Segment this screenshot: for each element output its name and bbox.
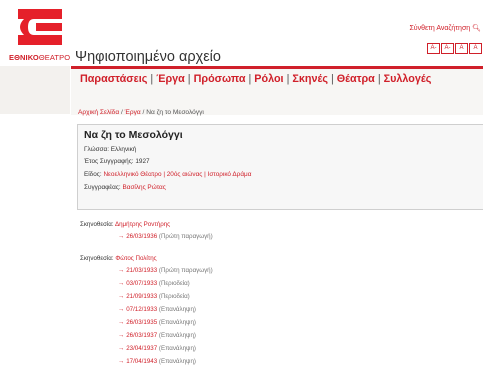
author-link[interactable]: Βασίλης Ρώτας bbox=[123, 184, 166, 191]
search-icon: 🔍︎ bbox=[472, 25, 481, 32]
font-normal-button[interactable]: A bbox=[455, 43, 468, 54]
nav-separator: | bbox=[330, 73, 334, 85]
arrow-icon: → bbox=[118, 358, 125, 365]
performance-item[interactable]: → 26/03/1935 (Επανάληψη) bbox=[118, 319, 196, 326]
year-label: Έτος Συγγραφής: bbox=[84, 158, 134, 165]
nav-separator: | bbox=[150, 73, 154, 85]
arrow-icon: → bbox=[118, 233, 125, 240]
nav-item-persons[interactable]: Πρόσωπα bbox=[194, 73, 246, 85]
breadcrumb-current: Να ζη το Μεσολόγγι bbox=[146, 109, 204, 116]
author-field: Συγγραφέας: Βασίλης Ρώτας bbox=[84, 184, 166, 191]
performance-note: (Επανάληψη) bbox=[158, 358, 196, 365]
performance-item[interactable]: → 07/12/1933 (Επανάληψη) bbox=[118, 306, 196, 313]
breadcrumb-home-link[interactable]: Αρχική Σελίδα bbox=[78, 109, 119, 116]
font-increase-button[interactable]: A bbox=[469, 43, 482, 54]
performance-note: (Επανάληψη) bbox=[158, 345, 196, 352]
performance-item[interactable]: → 23/04/1937 (Επανάληψη) bbox=[118, 345, 196, 352]
nav-item-collections[interactable]: Συλλογές bbox=[384, 73, 432, 85]
main-nav: Παραστάσεις | Έργα | Πρόσωπα | Ρόλοι | Σκηνές | Θέ… bbox=[80, 73, 431, 85]
performance-item[interactable]: → 21/09/1933 (Περιοδεία) bbox=[118, 293, 190, 300]
arrow-icon: → bbox=[118, 306, 125, 313]
logo-text-bold: ΕΘΝΙΚΟ bbox=[9, 53, 39, 62]
arrow-icon: → bbox=[118, 345, 125, 352]
performance-date: 26/03/1935 bbox=[126, 319, 158, 326]
performance-note: (Πρώτη παραγωγή) bbox=[158, 233, 213, 240]
performance-note: (Επανάληψη) bbox=[158, 332, 196, 339]
performance-note: (Πρώτη παραγωγή) bbox=[158, 267, 213, 274]
arrow-icon: → bbox=[118, 280, 125, 287]
language-field: Γλώσσα: Ελληνική bbox=[84, 146, 136, 153]
nav-separator: | bbox=[286, 73, 290, 85]
arrow-icon: → bbox=[118, 319, 125, 326]
director-label: Σκηνοθεσία: bbox=[80, 221, 114, 228]
advanced-search-label: Σύνθετη Αναζήτηση bbox=[409, 25, 471, 32]
performance-note: (Περιοδεία) bbox=[158, 293, 190, 300]
genre-field: Είδος: Νεοελληνικό Θέατρο | 20ός αιώνας … bbox=[84, 171, 251, 178]
performance-item[interactable]: → 03/07/1933 (Περιοδεία) bbox=[118, 280, 190, 287]
nav-item-works[interactable]: Έργα bbox=[156, 73, 185, 85]
performance-date: 26/03/1937 bbox=[126, 332, 158, 339]
performance-date: 03/07/1933 bbox=[126, 280, 158, 287]
language-label: Γλώσσα: bbox=[84, 146, 109, 153]
year-value: 1927 bbox=[135, 158, 150, 165]
performance-date: 07/12/1933 bbox=[126, 306, 158, 313]
genre-label: Είδος: bbox=[84, 171, 102, 178]
national-theatre-logo[interactable] bbox=[18, 7, 62, 47]
director-link[interactable]: Φώτος Πολίτης bbox=[115, 255, 156, 262]
author-label: Συγγραφέας: bbox=[84, 184, 121, 191]
breadcrumb-works-link[interactable]: Έργα bbox=[125, 109, 141, 116]
year-field: Έτος Συγγραφής: 1927 bbox=[84, 158, 150, 165]
performance-note: (Επανάληψη) bbox=[158, 319, 196, 326]
performance-item[interactable]: → 26/03/1936 (Πρώτη παραγωγή) bbox=[118, 233, 213, 240]
language-value: Ελληνική bbox=[110, 146, 137, 153]
font-size-controls: A- A- A A bbox=[427, 43, 482, 54]
work-info-box: Να ζη το Μεσολόγγι Γλώσσα: Ελληνική Έτος… bbox=[77, 124, 483, 210]
performance-item[interactable]: → 17/04/1943 (Επανάληψη) bbox=[118, 358, 196, 365]
font-small-button[interactable]: A- bbox=[441, 43, 454, 54]
performance-date: 17/04/1943 bbox=[126, 358, 158, 365]
left-gray-strip bbox=[0, 66, 70, 114]
performance-item[interactable]: → 21/03/1933 (Πρώτη παραγωγή) bbox=[118, 267, 213, 274]
genre-link[interactable]: Νεοελληνικό Θέατρο | 20ός αιώνας | Ιστορ… bbox=[103, 171, 251, 178]
director-entry: Σκηνοθεσία: Φώτος Πολίτης bbox=[80, 255, 157, 262]
performance-item[interactable]: → 26/03/1937 (Επανάληψη) bbox=[118, 332, 196, 339]
font-decrease-button[interactable]: A- bbox=[427, 43, 440, 54]
nav-item-performances[interactable]: Παραστάσεις bbox=[80, 73, 147, 85]
director-entry: Σκηνοθεσία: Δημήτρης Ροντήρης bbox=[80, 221, 170, 228]
performance-note: (Επανάληψη) bbox=[158, 306, 196, 313]
nav-item-roles[interactable]: Ρόλοι bbox=[254, 73, 283, 85]
performance-note: (Περιοδεία) bbox=[158, 280, 190, 287]
breadcrumb: Αρχική Σελίδα / Έργα / Να ζη το Μεσολόγγ… bbox=[78, 109, 204, 116]
performance-date: 23/04/1937 bbox=[126, 345, 158, 352]
advanced-search-link[interactable]: Σύνθετη Αναζήτηση 🔍︎ bbox=[409, 24, 481, 32]
nav-item-stages[interactable]: Σκηνές bbox=[292, 73, 328, 85]
performance-date: 21/03/1933 bbox=[126, 267, 158, 274]
page: ΕΘΝΙΚΟΘΕΑΤΡΟ Ψηφιοποιημένο αρχείο Σύνθετ… bbox=[0, 0, 483, 378]
logo-text: ΕΘΝΙΚΟΘΕΑΤΡΟ bbox=[9, 53, 70, 62]
performance-date: 26/03/1936 bbox=[126, 233, 158, 240]
nav-item-theatres[interactable]: Θέατρα bbox=[337, 73, 375, 85]
nav-separator: | bbox=[248, 73, 252, 85]
arrow-icon: → bbox=[118, 293, 125, 300]
nav-separator: | bbox=[187, 73, 191, 85]
director-label: Σκηνοθεσία: bbox=[80, 255, 114, 262]
arrow-icon: → bbox=[118, 267, 125, 274]
work-title: Να ζη το Μεσολόγγι bbox=[84, 129, 183, 141]
logo-text-thin: ΘΕΑΤΡΟ bbox=[38, 53, 71, 62]
arrow-icon: → bbox=[118, 332, 125, 339]
nav-separator: | bbox=[377, 73, 381, 85]
site-title: Ψηφιοποιημένο αρχείο bbox=[75, 49, 221, 65]
performance-date: 21/09/1933 bbox=[126, 293, 158, 300]
director-link[interactable]: Δημήτρης Ροντήρης bbox=[115, 221, 170, 228]
